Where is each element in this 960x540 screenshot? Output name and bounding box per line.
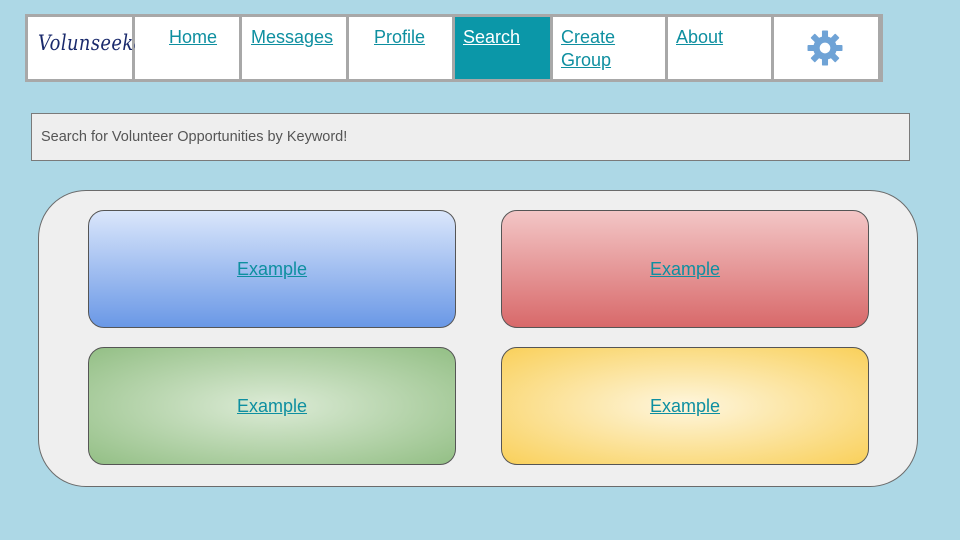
nav-link-about[interactable]: About [676,26,723,49]
result-card-yellow[interactable]: Example [501,347,869,465]
result-card-red[interactable]: Example [501,210,869,328]
nav-link-search[interactable]: Search [463,26,520,49]
nav-item-messages[interactable]: Messages [242,17,346,79]
top-navigation-bar: Volunseeker Home Messages Profile Search… [25,14,883,82]
search-input[interactable] [31,113,910,161]
result-card-blue[interactable]: Example [88,210,456,328]
nav-item-profile[interactable]: Profile [349,17,452,79]
nav-link-messages[interactable]: Messages [251,26,333,49]
result-card-link[interactable]: Example [237,259,307,280]
nav-item-search[interactable]: Search [455,17,550,79]
nav-item-create-group[interactable]: Create Group [553,17,665,79]
nav-link-profile[interactable]: Profile [374,26,425,49]
nav-link-create-group[interactable]: Create Group [561,26,631,72]
nav-item-home[interactable]: Home [135,17,239,79]
nav-link-home[interactable]: Home [169,26,217,49]
result-card-green[interactable]: Example [88,347,456,465]
nav-item-settings[interactable] [774,17,878,79]
logo-cell[interactable]: Volunseeker [28,17,153,79]
gear-icon[interactable] [806,29,844,67]
result-card-link[interactable]: Example [650,396,720,417]
result-card-link[interactable]: Example [650,259,720,280]
nav-item-about[interactable]: About [668,17,771,79]
results-panel: Example Example Example Example [38,190,918,487]
result-card-link[interactable]: Example [237,396,307,417]
